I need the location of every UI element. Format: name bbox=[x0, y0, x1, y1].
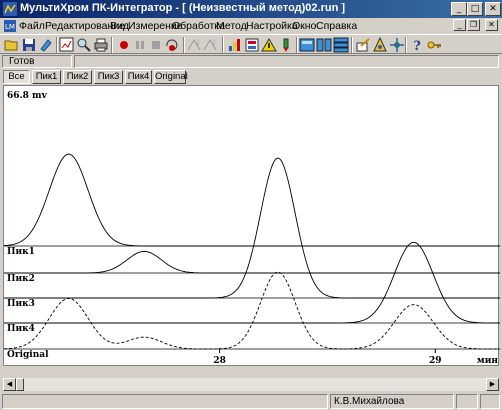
x-tick-label: 29 bbox=[429, 356, 442, 366]
menu-settings[interactable]: Настройка bbox=[246, 20, 298, 32]
app-icon bbox=[3, 2, 17, 16]
menu-help[interactable]: Справка bbox=[316, 20, 357, 32]
edit-icon[interactable] bbox=[355, 37, 371, 53]
network-icon[interactable] bbox=[389, 37, 405, 53]
series-line-5 bbox=[4, 271, 500, 350]
tab-peak1[interactable]: Пик1 bbox=[32, 70, 61, 84]
step-icon[interactable] bbox=[164, 37, 180, 53]
tab-peak2[interactable]: Пик2 bbox=[63, 70, 92, 84]
settings-icon[interactable] bbox=[372, 37, 388, 53]
maximize-button[interactable]: □ bbox=[467, 2, 483, 16]
help-icon[interactable]: ? bbox=[409, 37, 425, 53]
title-bar[interactable]: МультиХром ПК-Интегратор - [ (Неизвестны… bbox=[0, 0, 502, 18]
close-button[interactable]: ✕ bbox=[485, 2, 501, 16]
status-text: Готов bbox=[2, 55, 72, 68]
chromatogram-svg: 66.8 mv Пик1 Пик2 Пик3 Пик4 Original 28 29 мин bbox=[4, 91, 500, 366]
status-row: Готов bbox=[0, 55, 502, 69]
menu-bar: LM Файл Редактирование Вид Измерение Обр… bbox=[0, 18, 502, 34]
status-bar: К.В.Михайлова bbox=[0, 393, 502, 410]
mdi-close-button[interactable]: ✕ bbox=[485, 19, 498, 31]
series-line-1 bbox=[4, 153, 500, 247]
status-message-panel bbox=[74, 55, 499, 68]
tab-all[interactable]: Все bbox=[3, 70, 30, 84]
svg-text:?: ? bbox=[413, 39, 421, 53]
horizontal-scrollbar[interactable]: ◀ ▶ bbox=[3, 378, 499, 391]
minimize-button[interactable]: _ bbox=[451, 2, 467, 16]
svg-text:LM: LM bbox=[5, 23, 15, 31]
menu-file[interactable]: Файл bbox=[19, 20, 45, 32]
x-tick-label: 28 bbox=[213, 356, 226, 366]
stop-icon[interactable] bbox=[148, 37, 164, 53]
layers-icon[interactable] bbox=[38, 37, 54, 53]
status-panel-2 bbox=[456, 394, 478, 409]
chromatogram-plot[interactable]: 66.8 mv Пик1 Пик2 Пик3 Пик4 Original 28 29 мин bbox=[3, 85, 500, 366]
channel-label: Пик2 bbox=[7, 274, 35, 284]
series-line-3 bbox=[4, 157, 500, 299]
status-panel-3 bbox=[480, 394, 500, 409]
find-icon[interactable] bbox=[76, 37, 92, 53]
window-title: МультиХром ПК-Интегратор - [ (Неизвестны… bbox=[20, 2, 346, 14]
record-icon[interactable] bbox=[116, 37, 132, 53]
status-panel-main bbox=[2, 394, 328, 409]
integrate-icon[interactable]: 1 bbox=[186, 37, 202, 53]
status-user: К.В.Михайлова bbox=[330, 394, 454, 409]
integrate-2-icon[interactable]: 2 bbox=[202, 37, 218, 53]
zoom-image-icon[interactable] bbox=[59, 37, 75, 53]
print-icon[interactable] bbox=[93, 37, 109, 53]
layout-3-icon[interactable] bbox=[333, 37, 349, 53]
channel-label: Пик4 bbox=[7, 324, 35, 334]
report-icon[interactable] bbox=[244, 37, 260, 53]
open-icon[interactable] bbox=[4, 37, 20, 53]
mdi-minimize-button[interactable]: _ bbox=[453, 19, 466, 31]
toolbar: 1 2 ? bbox=[0, 34, 502, 54]
warning-icon[interactable] bbox=[261, 37, 277, 53]
tab-original[interactable]: Original bbox=[154, 70, 188, 84]
x-unit-label: мин bbox=[477, 356, 498, 366]
key-icon[interactable] bbox=[426, 37, 442, 53]
channel-label: Пик1 bbox=[7, 247, 35, 257]
menu-view[interactable]: Вид bbox=[110, 20, 129, 32]
chart-icon[interactable] bbox=[227, 37, 243, 53]
svg-text:2: 2 bbox=[212, 40, 216, 47]
app-window: МультиХром ПК-Интегратор - [ (Неизвестны… bbox=[0, 0, 502, 410]
layout-1-icon[interactable] bbox=[299, 37, 315, 53]
series-line-2 bbox=[4, 250, 500, 274]
series-line-4 bbox=[4, 241, 500, 324]
channel-label: Пик3 bbox=[7, 299, 35, 309]
svg-text:1: 1 bbox=[196, 40, 200, 47]
scroll-right-button[interactable]: ▶ bbox=[486, 378, 499, 391]
scroll-thumb[interactable] bbox=[16, 378, 24, 391]
tab-peak3[interactable]: Пик3 bbox=[94, 70, 123, 84]
layout-2-icon[interactable] bbox=[316, 37, 332, 53]
mdi-restore-button[interactable]: ❐ bbox=[467, 19, 480, 31]
y-max-label: 66.8 mv bbox=[7, 91, 48, 101]
channel-label: Original bbox=[7, 350, 49, 360]
tab-peak4[interactable]: Пик4 bbox=[125, 70, 152, 84]
scroll-left-button[interactable]: ◀ bbox=[3, 378, 16, 391]
menu-method[interactable]: Метод bbox=[216, 20, 247, 32]
pause-icon[interactable] bbox=[132, 37, 148, 53]
channel-tabs: Все Пик1 Пик2 Пик3 Пик4 Original bbox=[0, 69, 502, 85]
save-icon[interactable] bbox=[21, 37, 37, 53]
menu-window[interactable]: Окно bbox=[292, 20, 316, 32]
marker-icon[interactable] bbox=[278, 37, 294, 53]
document-icon[interactable]: LM bbox=[3, 19, 17, 33]
